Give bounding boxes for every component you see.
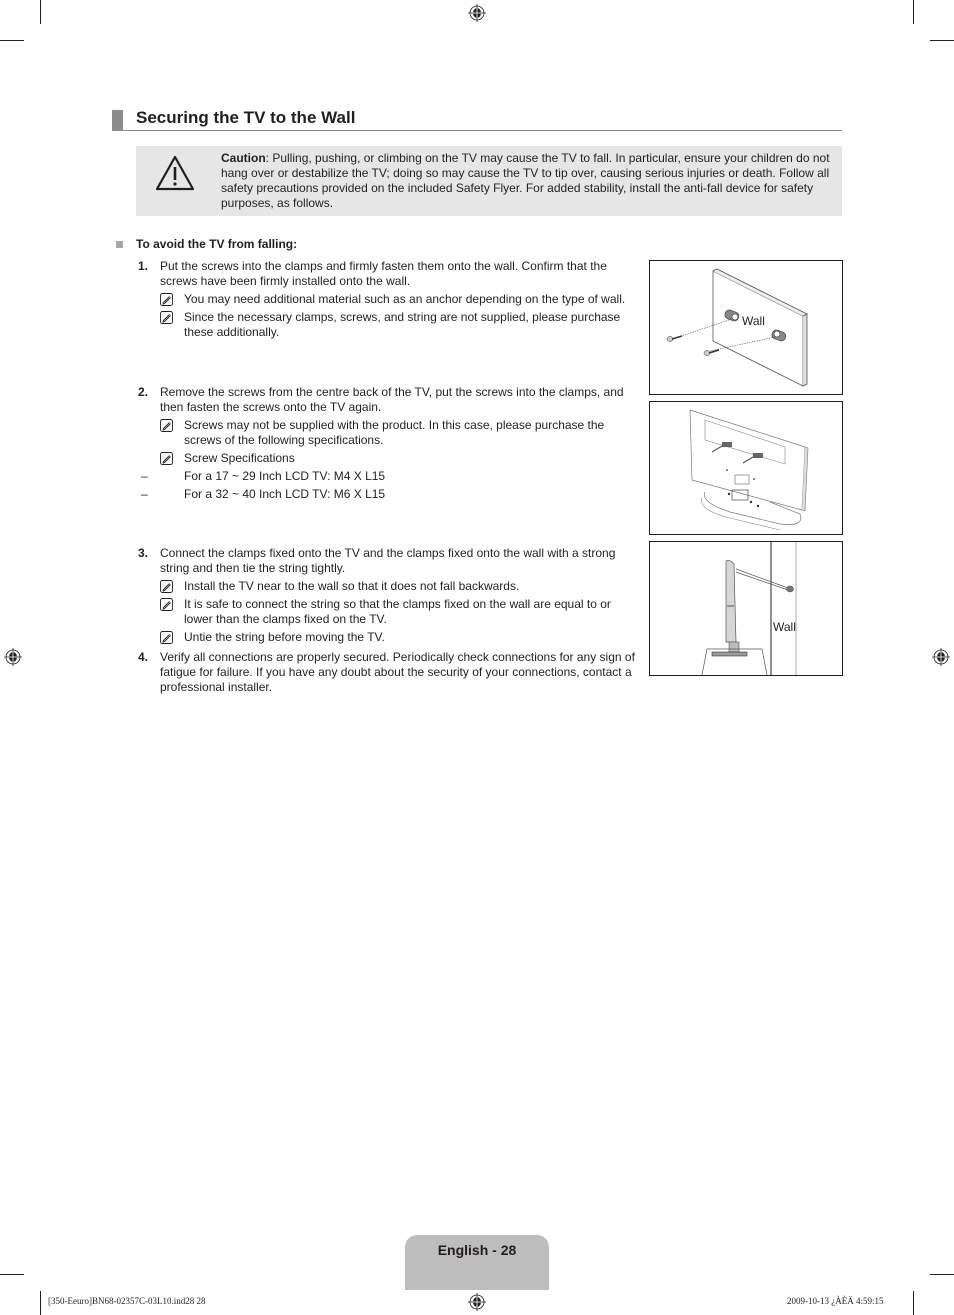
- note-text: Untie the string before moving the TV.: [184, 630, 385, 644]
- crop-mark: [40, 1291, 41, 1315]
- note: Screw Specifications: [160, 451, 638, 466]
- step-number: 1.: [138, 259, 149, 273]
- step-number: 3.: [138, 546, 149, 560]
- step-text: Connect the clamps fixed onto the TV and…: [160, 546, 616, 575]
- note: Screws may not be supplied with the prod…: [160, 418, 638, 448]
- figure-label-wall: Wall: [742, 314, 765, 328]
- step-2: 2. Remove the screws from the centre bac…: [138, 385, 638, 502]
- spec-item: – For a 32 ~ 40 Inch LCD TV: M6 X L15: [138, 487, 638, 502]
- note-text: Screws may not be supplied with the prod…: [184, 418, 605, 447]
- page-number-tab: English - 28: [405, 1235, 549, 1290]
- step-1: 1. Put the screws into the clamps and fi…: [138, 259, 638, 340]
- caution-box: Caution: Pulling, pushing, or climbing o…: [136, 146, 842, 216]
- note-icon: [160, 631, 173, 644]
- note: You may need additional material such as…: [160, 292, 638, 307]
- registration-mark-icon: [468, 4, 486, 22]
- dash-icon: –: [141, 487, 148, 501]
- note: Untie the string before moving the TV.: [160, 630, 638, 645]
- step-text: Verify all connections are properly secu…: [160, 650, 635, 694]
- note-icon: [160, 419, 173, 432]
- crop-mark: [0, 1274, 24, 1275]
- step-3: 3. Connect the clamps fixed onto the TV …: [138, 546, 638, 645]
- note-icon: [160, 580, 173, 593]
- caution-label: Caution: [221, 151, 266, 165]
- dash-icon: –: [141, 469, 148, 483]
- figure-tv-back: [649, 401, 843, 535]
- subheading: To avoid the TV from falling:: [136, 237, 298, 251]
- note-icon: [160, 598, 173, 611]
- bullet-square-icon: [116, 241, 123, 248]
- step-text: Remove the screws from the centre back o…: [160, 385, 624, 414]
- registration-mark-icon: [468, 1293, 486, 1311]
- figure-tv-side-wall: Wall: [649, 541, 843, 676]
- tv-back-illustration: [689, 409, 809, 531]
- registration-mark-icon: [932, 648, 950, 666]
- step-number: 2.: [138, 385, 149, 399]
- section-title: Securing the TV to the Wall: [136, 108, 356, 127]
- note-text: It is safe to connect the string so that…: [184, 597, 611, 626]
- note: Since the necessary clamps, screws, and …: [160, 310, 638, 340]
- spec-text: For a 32 ~ 40 Inch LCD TV: M6 X L15: [184, 487, 386, 501]
- note-text: Since the necessary clamps, screws, and …: [184, 310, 621, 339]
- caution-text: Caution: Pulling, pushing, or climbing o…: [221, 151, 831, 211]
- registration-mark-icon: [4, 648, 22, 666]
- page-number: English - 28: [437, 1242, 517, 1258]
- spec-text: For a 17 ~ 29 Inch LCD TV: M4 X L15: [184, 469, 386, 483]
- crop-mark: [40, 0, 41, 24]
- print-slug-right: 2009-10-13 ¿ÀÈÄ 4:59:15: [787, 1296, 884, 1306]
- crop-mark: [913, 1291, 914, 1315]
- warning-triangle-icon: [155, 155, 195, 191]
- note-text: Screw Specifications: [184, 451, 295, 465]
- step-text: Put the screws into the clamps and firml…: [160, 259, 607, 288]
- note: Install the TV near to the wall so that …: [160, 579, 638, 594]
- note-icon: [160, 293, 173, 306]
- note: It is safe to connect the string so that…: [160, 597, 638, 627]
- crop-mark: [930, 1274, 954, 1275]
- crop-mark: [0, 40, 24, 41]
- print-slug-left: [350-Eeuro]BN68-02357C-03L10.ind28 28: [48, 1296, 206, 1306]
- step-4: 4. Verify all connections are properly s…: [138, 650, 638, 695]
- section-bar: [112, 110, 123, 131]
- section-header: Securing the TV to the Wall: [112, 108, 842, 131]
- figure-label-wall: Wall: [773, 620, 796, 634]
- note-text: Install the TV near to the wall so that …: [184, 579, 520, 593]
- crop-mark: [930, 40, 954, 41]
- note-icon: [160, 452, 173, 465]
- step-number: 4.: [138, 650, 149, 664]
- note-text: You may need additional material such as…: [184, 292, 626, 306]
- crop-mark: [913, 0, 914, 24]
- note-icon: [160, 311, 173, 324]
- spec-item: – For a 17 ~ 29 Inch LCD TV: M4 X L15: [138, 469, 638, 484]
- figure-wall-clamps: Wall: [649, 260, 843, 395]
- tv-side-wall-illustration: [701, 542, 797, 676]
- caution-body: : Pulling, pushing, or climbing on the T…: [221, 151, 830, 210]
